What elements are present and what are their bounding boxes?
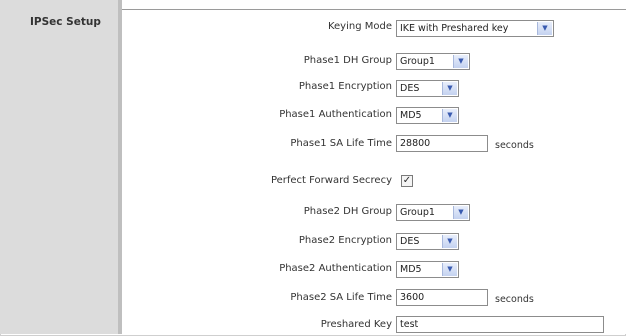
phase1-dh-group-select[interactable]: Group1 ▼ [396, 53, 470, 70]
chevron-down-icon: ▼ [442, 109, 457, 122]
preshared-key-label: Preshared Key [320, 319, 392, 330]
phase1-sa-lifetime-input[interactable]: 28800 [396, 135, 488, 152]
phase2-sa-lifetime-input[interactable]: 3600 [396, 289, 488, 306]
phase2-dh-group-value: Group1 [400, 207, 435, 218]
sidebar: IPSec Setup [0, 0, 118, 334]
section-title: IPSec Setup [30, 16, 101, 28]
phase2-sa-lifetime-label: Phase2 SA Life Time [290, 292, 392, 303]
phase2-authentication-select[interactable]: MD5 ▼ [396, 261, 459, 278]
phase1-dh-group-label: Phase1 DH Group [303, 55, 392, 66]
phase2-encryption-value: DES [400, 236, 420, 247]
phase1-encryption-label: Phase1 Encryption [298, 81, 392, 92]
phase1-authentication-label: Phase1 Authentication [279, 109, 392, 120]
pfs-label: Perfect Forward Secrecy [270, 175, 392, 186]
chevron-down-icon: ▼ [442, 82, 457, 95]
keying-mode-select[interactable]: IKE with Preshared key ▼ [396, 20, 554, 37]
preshared-key-input[interactable]: test [396, 316, 604, 333]
phase2-authentication-value: MD5 [400, 264, 422, 275]
top-divider [122, 9, 626, 10]
phase1-encryption-value: DES [400, 83, 420, 94]
chevron-down-icon: ▼ [453, 206, 468, 219]
pfs-checkbox[interactable]: ✓ [401, 175, 413, 187]
phase2-dh-group-select[interactable]: Group1 ▼ [396, 204, 470, 221]
phase2-sa-lifetime-unit: seconds [495, 294, 534, 305]
phase1-dh-group-value: Group1 [400, 56, 435, 67]
phase2-encryption-select[interactable]: DES ▼ [396, 233, 459, 250]
chevron-down-icon: ▼ [453, 55, 468, 68]
chevron-down-icon: ▼ [537, 22, 552, 35]
phase2-authentication-label: Phase2 Authentication [279, 263, 392, 274]
form-area [122, 0, 626, 334]
chevron-down-icon: ▼ [442, 235, 457, 248]
phase1-authentication-select[interactable]: MD5 ▼ [396, 107, 459, 124]
keying-mode-value: IKE with Preshared key [400, 23, 509, 34]
keying-mode-label: Keying Mode [327, 21, 392, 32]
phase1-sa-lifetime-unit: seconds [495, 140, 534, 151]
phase2-encryption-label: Phase2 Encryption [298, 235, 392, 246]
phase1-encryption-select[interactable]: DES ▼ [396, 80, 459, 97]
chevron-down-icon: ▼ [442, 263, 457, 276]
checkmark-icon: ✓ [402, 175, 412, 186]
phase2-dh-group-label: Phase2 DH Group [303, 206, 392, 217]
phase1-sa-lifetime-label: Phase1 SA Life Time [290, 138, 392, 149]
phase1-authentication-value: MD5 [400, 110, 422, 121]
